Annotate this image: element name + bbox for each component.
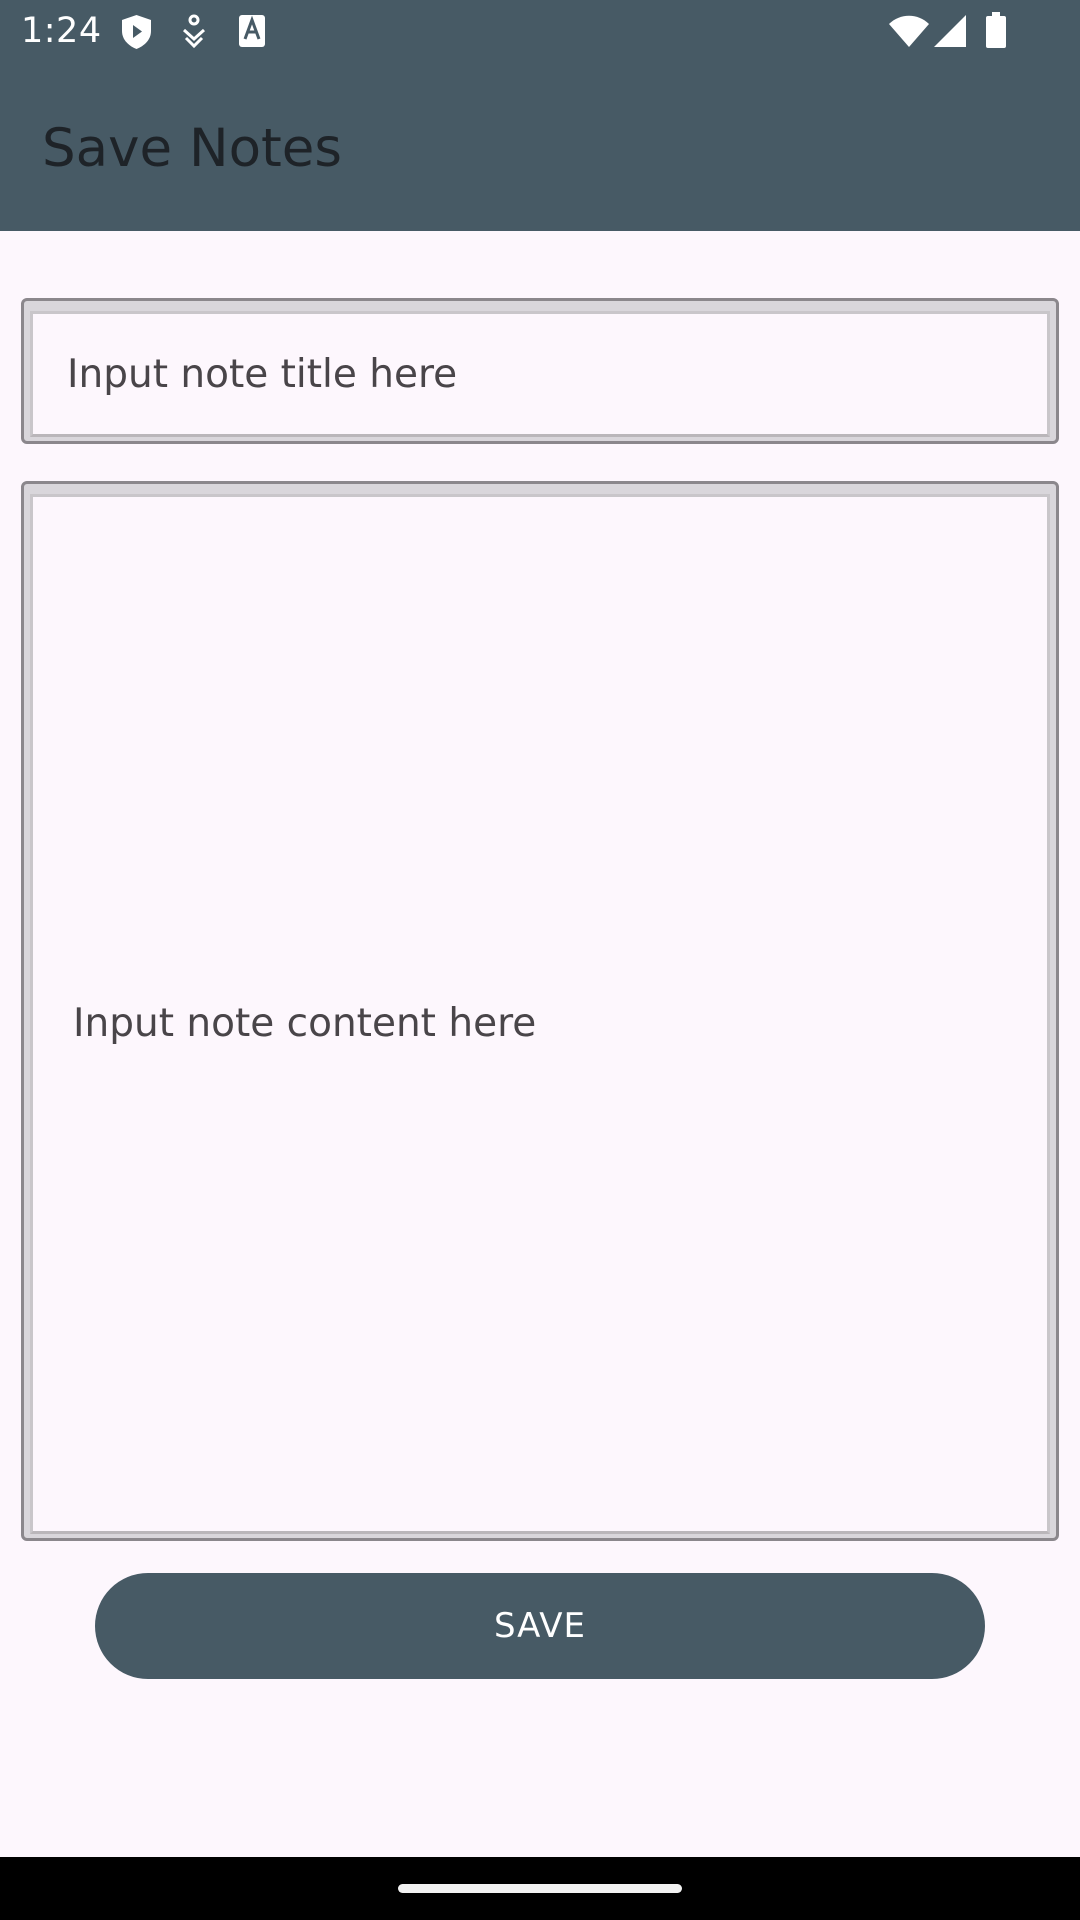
cell-signal-icon [934,15,966,51]
status-time: 1:24 [21,11,102,51]
page-title: Save Notes [42,118,343,179]
navigation-bar [0,1857,1080,1920]
note-title-input[interactable] [33,314,1047,434]
app-header: 1:24 Save Notes [0,0,1080,231]
status-bar: 1:24 [0,0,1080,63]
note-title-field[interactable] [21,298,1059,444]
note-title-field-inner [30,311,1050,437]
home-gesture-handle[interactable] [398,1884,682,1893]
shield-play-icon [120,14,153,54]
note-content-input[interactable] [33,497,1047,1531]
download-notification-icon [181,14,207,54]
save-button[interactable]: SAVE [95,1573,985,1679]
note-content-field[interactable]: Input note content here [21,481,1059,1541]
wifi-icon [888,15,930,51]
battery-icon [985,12,1007,52]
note-content-field-inner: Input note content here [30,494,1050,1534]
text-a-icon [238,14,266,52]
